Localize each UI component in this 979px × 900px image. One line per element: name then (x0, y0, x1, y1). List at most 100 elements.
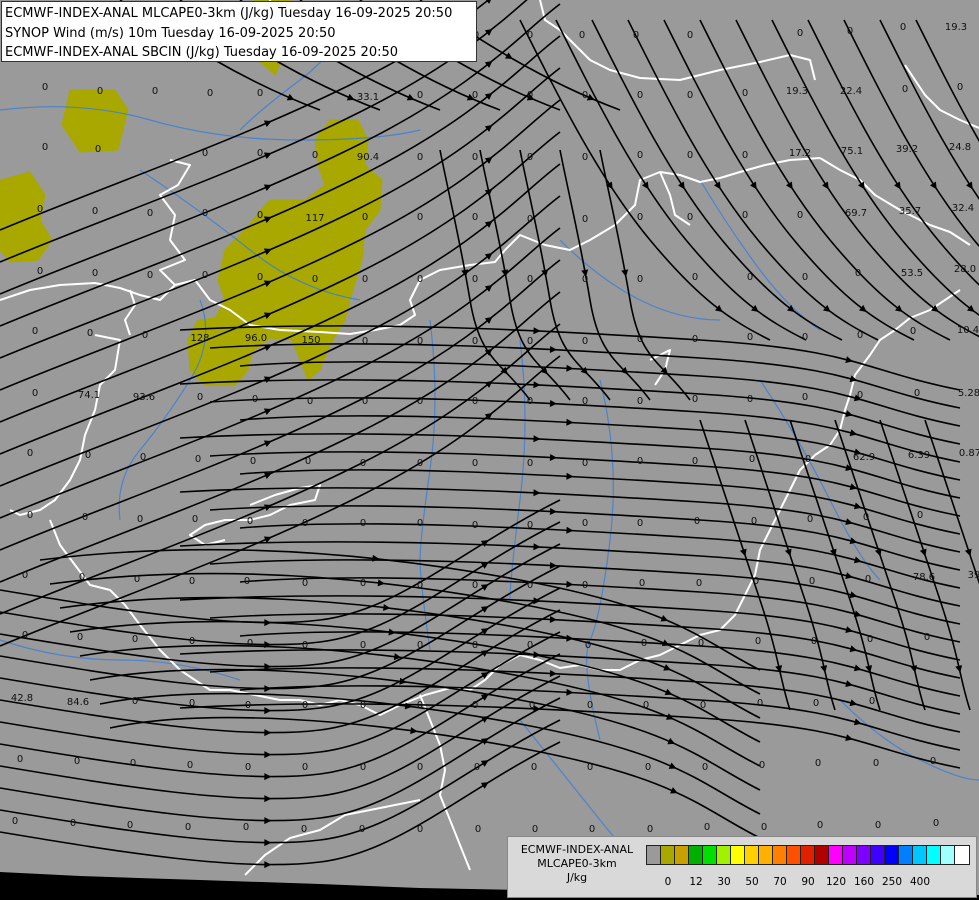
legend-tick-label: 250 (881, 876, 903, 888)
legend-swatch (954, 845, 970, 865)
grid-value-label: 0 (873, 758, 879, 769)
grid-value-label: 0 (749, 454, 755, 465)
grid-value-label: 0 (742, 150, 748, 161)
grid-value-label: 24.8 (949, 142, 971, 153)
grid-value-label: 0 (587, 762, 593, 773)
grid-value-label: 0 (247, 516, 253, 527)
grid-value-label: 0 (527, 458, 533, 469)
grid-value-label: 0 (527, 214, 533, 225)
grid-value-label: 0 (910, 326, 916, 337)
grid-value-label: 0 (70, 818, 76, 829)
grid-value-label: 0 (694, 516, 700, 527)
grid-value-label: 0 (589, 824, 595, 835)
legend-tick-label: 12 (689, 876, 703, 888)
grid-value-label: 0 (637, 396, 643, 407)
grid-value-label: 0 (582, 214, 588, 225)
legend-title: ECMWF-INDEX-ANAL MLCAPE0-3km J/kg (510, 843, 644, 885)
grid-value-label: 19.3 (786, 86, 808, 97)
grid-value-label: 53.5 (901, 268, 923, 279)
grid-value-label: 0 (243, 822, 249, 833)
grid-value-label: 0 (417, 640, 423, 651)
legend-tick-label: 70 (773, 876, 787, 888)
grid-value-label: 90.4 (357, 152, 379, 163)
grid-value-label: 0 (582, 518, 588, 529)
grid-value-label: 0 (702, 762, 708, 773)
grid-value-label: 0 (582, 580, 588, 591)
grid-value-label: 0 (95, 144, 101, 155)
grid-value-label: 0 (902, 84, 908, 95)
grid-value-label: 0 (307, 396, 313, 407)
grid-value-label: 0 (847, 26, 853, 37)
grid-value-label: 84.6 (67, 697, 89, 708)
grid-value-label: 0.87 (959, 448, 979, 459)
grid-value-label: 0 (417, 336, 423, 347)
grid-value-label: 0 (189, 636, 195, 647)
grid-value-label: 0 (140, 452, 146, 463)
grid-value-label: 0 (582, 152, 588, 163)
grid-value-label: 0 (914, 388, 920, 399)
grid-value-label: 0 (360, 700, 366, 711)
grid-value-label: 0 (257, 210, 263, 221)
title-line-cin: ECMWF-INDEX-ANAL SBCIN (J/kg) Tuesday 16… (5, 45, 399, 60)
grid-value-label: 0 (532, 824, 538, 835)
grid-value-label: 0 (869, 696, 875, 707)
grid-value-label: 0 (147, 208, 153, 219)
grid-value-label: 0 (472, 336, 478, 347)
grid-value-label: 0 (815, 758, 821, 769)
grid-value-label: 0 (751, 516, 757, 527)
grid-value-label: 0 (134, 574, 140, 585)
grid-value-label: 0 (37, 266, 43, 277)
grid-value-label: 0 (704, 822, 710, 833)
grid-value-label: 0 (527, 274, 533, 285)
legend-tick-label: 120 (825, 876, 847, 888)
color-legend: ECMWF-INDEX-ANAL MLCAPE0-3km J/kg 0 12 30 5… (507, 836, 977, 898)
grid-value-label: 0 (579, 30, 585, 41)
grid-value-label: 0 (360, 640, 366, 651)
grid-value-label: 0 (360, 518, 366, 529)
grid-value-label: 0 (527, 30, 533, 41)
grid-value-label: 0 (32, 326, 38, 337)
grid-value-label: 0 (257, 148, 263, 159)
grid-value-label: 0 (687, 90, 693, 101)
title-box: ECMWF-INDEX-ANAL MLCAPE0-3km (J/kg) Tues… (1, 1, 477, 62)
grid-value-label: 0 (582, 396, 588, 407)
grid-value-label: 0 (582, 458, 588, 469)
grid-value-label: 0 (250, 456, 256, 467)
grid-value-label: 0 (189, 576, 195, 587)
grid-value-label: 0 (698, 638, 704, 649)
grid-value-label: 0 (531, 762, 537, 773)
grid-value-label: 0 (142, 330, 148, 341)
grid-value-label: 0 (587, 700, 593, 711)
grid-value-label: 0 (74, 756, 80, 767)
grid-value-label: 0 (641, 638, 647, 649)
grid-value-label: 0 (472, 640, 478, 651)
grid-value-label: 0 (202, 270, 208, 281)
grid-value-label: 0 (312, 274, 318, 285)
grid-value-label: 0 (417, 762, 423, 773)
grid-value-label: 33.1 (357, 92, 379, 103)
grid-value-label: 0 (87, 328, 93, 339)
legend-line-field: MLCAPE0-3km (537, 857, 617, 870)
grid-value-label: 0 (257, 272, 263, 283)
grid-value-label: 0 (529, 700, 535, 711)
grid-value-label: 0 (42, 82, 48, 93)
grid-value-label: 0 (362, 274, 368, 285)
grid-value-label: 0 (857, 330, 863, 341)
grid-value-label: 0 (687, 30, 693, 41)
grid-value-label: 0 (637, 274, 643, 285)
grid-value-label: 0 (527, 640, 533, 651)
legend-tick-label: 400 (909, 876, 931, 888)
grid-value-label: 0 (362, 212, 368, 223)
grid-value-label: 0 (27, 510, 33, 521)
grid-value-label: 0 (527, 580, 533, 591)
legend-tick-label: 0 (664, 876, 672, 888)
grid-value-label: 0 (692, 272, 698, 283)
grid-value-label: 0 (687, 150, 693, 161)
grid-value-label: 39 (968, 570, 979, 581)
grid-value-label: 0 (360, 458, 366, 469)
grid-value-label: 0 (85, 450, 91, 461)
grid-value-label: 0 (252, 394, 258, 405)
grid-value-label: 150 (301, 335, 320, 346)
grid-value-label: 0 (132, 696, 138, 707)
grid-value-label: 128 (190, 333, 209, 344)
